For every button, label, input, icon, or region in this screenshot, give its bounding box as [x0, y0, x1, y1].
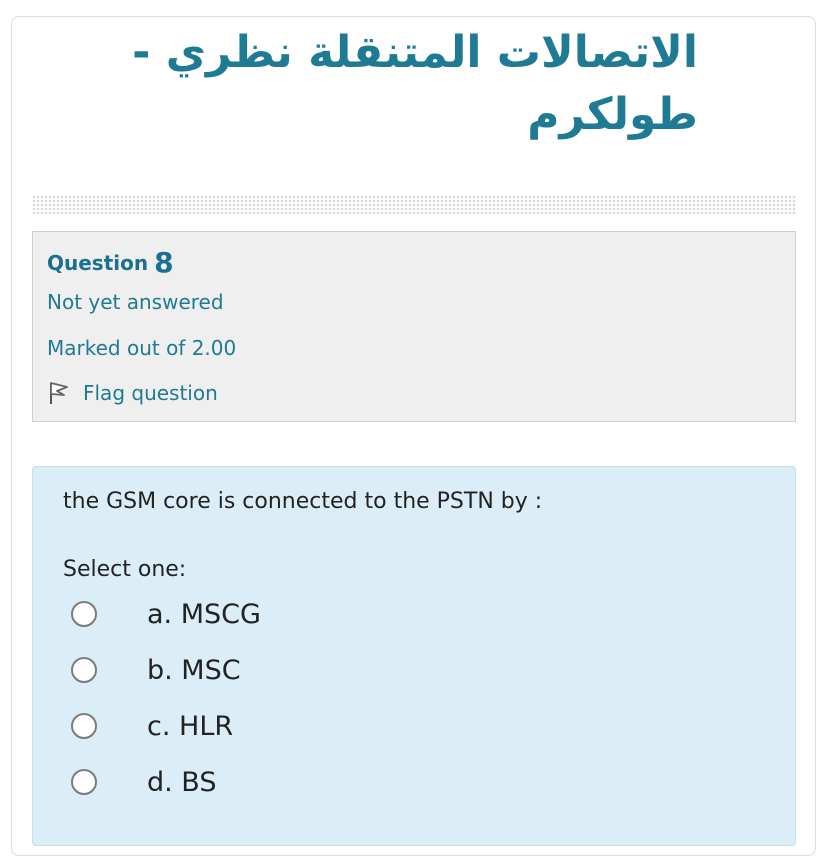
- answer-option-b[interactable]: b. MSC: [71, 655, 241, 686]
- question-grade: Marked out of 2.00: [47, 336, 237, 360]
- flag-question-button[interactable]: Flag question: [47, 380, 218, 406]
- question-info-panel: Question 8 Not yet answered Marked out of…: [32, 231, 796, 422]
- question-state: Not yet answered: [47, 290, 224, 314]
- answer-option-d[interactable]: d. BS: [71, 767, 217, 798]
- question-number-value: 8: [154, 246, 174, 279]
- select-one-prompt: Select one:: [63, 557, 187, 582]
- answer-option-a[interactable]: a. MSCG: [71, 599, 261, 630]
- answer-label: b. MSC: [147, 654, 241, 686]
- question-text: the GSM core is connected to the PSTN by…: [63, 489, 543, 514]
- answer-label: c. HLR: [147, 710, 234, 742]
- answer-option-c[interactable]: c. HLR: [71, 711, 233, 742]
- answer-label: d. BS: [147, 766, 217, 798]
- radio-button[interactable]: [71, 713, 97, 739]
- flag-question-label: Flag question: [83, 381, 218, 405]
- question-formulation: the GSM core is connected to the PSTN by…: [32, 466, 796, 846]
- course-title: الاتصالات المتنقلة نظري - طولكرم: [132, 27, 698, 140]
- flag-icon: [50, 382, 68, 404]
- radio-button[interactable]: [71, 769, 97, 795]
- radio-button[interactable]: [71, 657, 97, 683]
- answer-label: a. MSCG: [147, 598, 261, 630]
- question-number: Question 8: [47, 246, 174, 279]
- radio-button[interactable]: [71, 601, 97, 627]
- question-label: Question: [47, 251, 149, 275]
- dotted-divider: [32, 195, 796, 215]
